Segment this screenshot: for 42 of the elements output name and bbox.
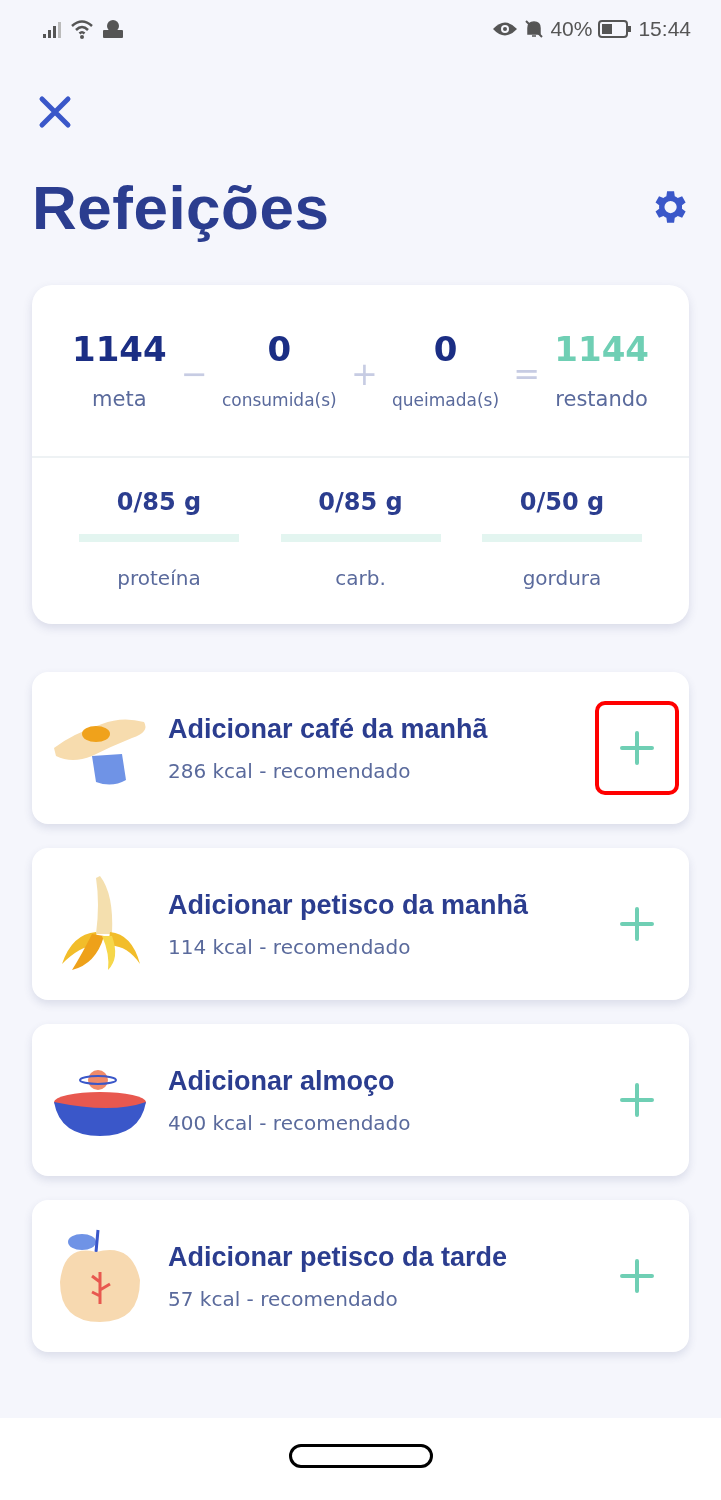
meal-calories: 57 kcal - recomendado bbox=[168, 1286, 399, 1311]
macro-label: proteína bbox=[117, 566, 201, 590]
macro-value: 0/50 g bbox=[519, 488, 605, 516]
close-icon bbox=[38, 94, 72, 129]
meal-calories: 400 kcal - recomendado bbox=[168, 1110, 412, 1135]
plus-icon bbox=[619, 1082, 655, 1118]
battery-percentage: 40% bbox=[550, 17, 593, 41]
meal-title: Adicionar petisco da manhã bbox=[168, 889, 530, 921]
macro-value: 0/85 g bbox=[116, 488, 202, 516]
bell-off-icon bbox=[524, 19, 545, 39]
meal-card[interactable]: Adicionar petisco da manhã 114 kcal - recomendado bbox=[32, 848, 689, 1000]
clock-time: 15:44 bbox=[638, 17, 691, 41]
eye-icon bbox=[492, 20, 519, 38]
meal-title: Adicionar café da manhã bbox=[168, 713, 489, 745]
operator-sign: + bbox=[350, 355, 378, 393]
battery-icon bbox=[598, 19, 633, 39]
meal-card[interactable]: Adicionar petisco da tarde 57 kcal - recomendado bbox=[32, 1200, 689, 1352]
plus-icon bbox=[619, 730, 655, 766]
calorie-value: 0 bbox=[433, 329, 458, 369]
calorie-label: meta bbox=[92, 387, 147, 411]
operator-sign: = bbox=[513, 355, 541, 393]
plus-icon bbox=[619, 1258, 655, 1294]
calorie-label: consumida(s) bbox=[221, 390, 337, 410]
calorie-value: 1144 bbox=[554, 329, 649, 369]
macro-label: gordura bbox=[522, 566, 602, 590]
meal-card[interactable]: Adicionar almoço 400 kcal - recomendado bbox=[32, 1024, 689, 1176]
signal-icon bbox=[42, 19, 64, 39]
meal-calories: 286 kcal - recomendado bbox=[168, 758, 412, 783]
plus-icon bbox=[619, 906, 655, 942]
meal-card[interactable]: Adicionar café da manhã 286 kcal - recomendado bbox=[32, 672, 689, 824]
calorie-value: 0 bbox=[267, 329, 292, 369]
add-button[interactable] bbox=[595, 701, 679, 795]
meal-title: Adicionar petisco da tarde bbox=[168, 1241, 509, 1273]
macro-label: carb. bbox=[335, 566, 386, 590]
page-title: Refeições bbox=[32, 172, 330, 243]
calorie-label: restando bbox=[555, 387, 648, 411]
calorie-label: queimada(s) bbox=[392, 390, 500, 410]
macro-value: 0/85 g bbox=[318, 488, 403, 516]
meal-calories: 114 kcal - recomendado bbox=[168, 934, 412, 959]
meal-title: Adicionar almoço bbox=[168, 1065, 396, 1097]
calorie-value: 1144 bbox=[72, 329, 167, 369]
operator-sign: − bbox=[180, 355, 208, 393]
